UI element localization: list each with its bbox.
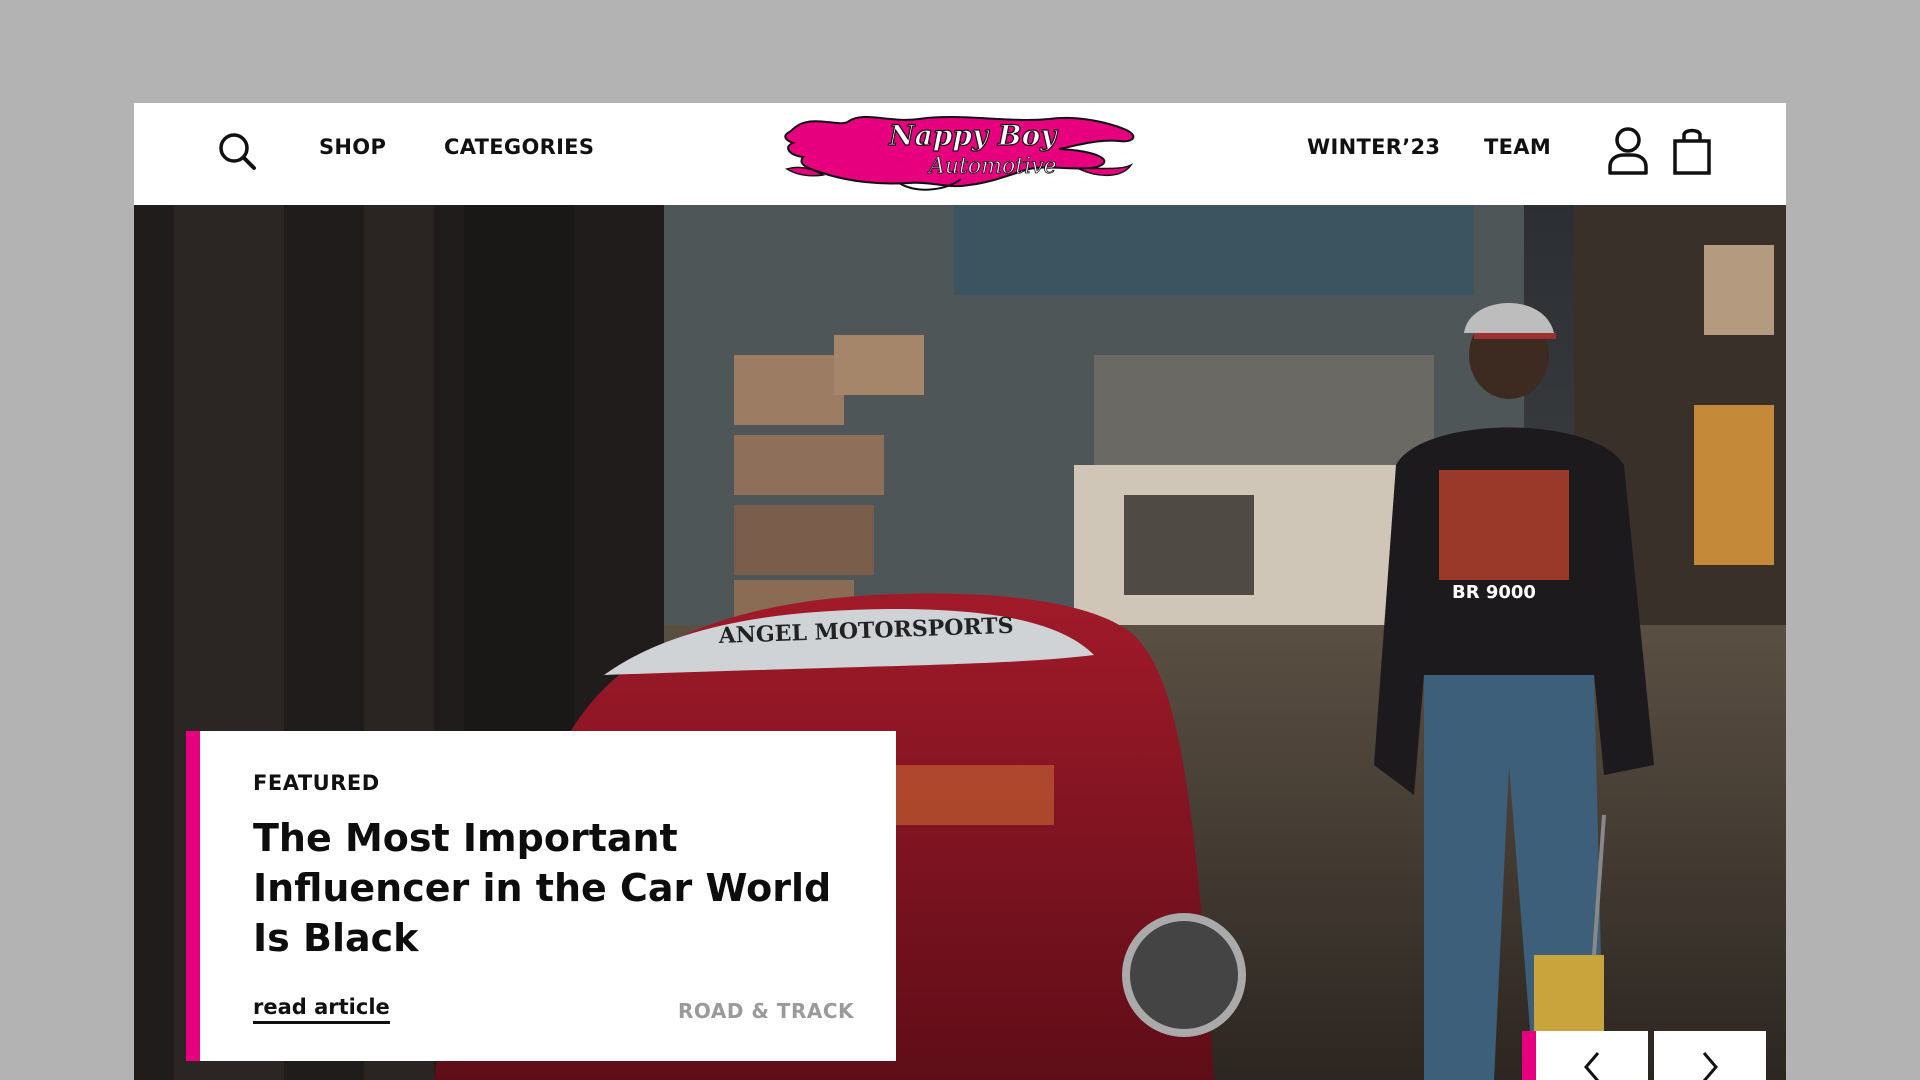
user-icon <box>1608 127 1648 175</box>
hero-banner: ANGEL MOTORSPORTS BR 9000 FEATURED The M… <box>134 205 1786 1080</box>
card-accent-bar <box>186 731 200 1061</box>
site-logo[interactable]: Nappy Boy Automotive <box>779 109 1149 197</box>
nav-team[interactable]: TEAM <box>1484 103 1551 205</box>
logo-mark: Nappy Boy Automotive <box>784 115 1135 191</box>
page-frame: SHOP CATEGORIES Nappy Boy Automotive WIN… <box>134 103 1786 1080</box>
chevron-right-icon <box>1702 1052 1718 1080</box>
slider-accent-bar <box>1522 1031 1536 1080</box>
shopping-bag-icon <box>1673 128 1711 175</box>
svg-text:BR 9000: BR 9000 <box>1452 582 1536 603</box>
nav-categories[interactable]: CATEGORIES <box>444 103 594 205</box>
logo-text-secondary: Automotive <box>927 154 1057 179</box>
article-source: ROAD & TRACK <box>677 999 854 1023</box>
cart-button[interactable] <box>1666 123 1718 179</box>
featured-title[interactable]: The Most Important Influencer in the Car… <box>253 813 853 963</box>
search-button[interactable] <box>214 128 262 176</box>
read-article-link[interactable]: read article <box>253 995 390 1024</box>
logo-text-primary: Nappy Boy <box>888 119 1058 152</box>
featured-article-card: FEATURED The Most Important Influencer i… <box>186 731 896 1061</box>
slider-prev-button[interactable] <box>1536 1031 1648 1080</box>
slider-next-button[interactable] <box>1654 1031 1766 1080</box>
account-button[interactable] <box>1602 123 1654 179</box>
site-header: SHOP CATEGORIES Nappy Boy Automotive WIN… <box>134 103 1786 205</box>
search-icon <box>219 133 256 170</box>
nav-shop[interactable]: SHOP <box>319 103 386 205</box>
featured-kicker: FEATURED <box>253 771 380 795</box>
nav-winter23[interactable]: WINTER’23 <box>1307 103 1440 205</box>
chevron-left-icon <box>1584 1052 1600 1080</box>
